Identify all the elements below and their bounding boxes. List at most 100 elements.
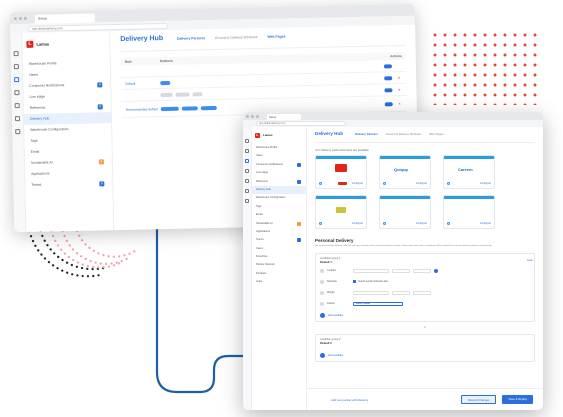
sidebar-item-label: Email [30,149,40,154]
rule-toggle[interactable] [384,76,393,81]
partner-select[interactable]: Select Partner [353,301,403,306]
section-title: Personal Delivery [315,238,354,243]
condition-group-name: Default 2 [320,341,332,345]
sidebar-item[interactable]: Consumer Notifications [252,161,306,169]
save-deploy-button[interactable]: Save & Deploy [502,395,533,404]
partner-logo: Quiqup [394,167,408,172]
tab-delivery-windows[interactable]: Ground & Delivery Windows [215,35,257,40]
sidebar-item[interactable]: Teams [252,236,306,244]
settings-icon[interactable] [15,129,21,135]
sidebar-item-label: Email [256,213,263,217]
count-badge: 8 [98,159,104,165]
users-icon[interactable] [245,179,249,183]
delete-icon[interactable]: × [398,101,400,106]
sidebar-item-delivery-hub[interactable]: Delivery Hub [252,185,306,195]
partner-card[interactable]: Configure [443,195,495,229]
sidebar-item[interactable]: Products [252,270,306,278]
partner-card[interactable]: Quiqup Configure [379,155,431,189]
sidebar-item[interactable]: Email [252,211,306,219]
rule-toggle[interactable] [384,102,393,107]
add-condition-button[interactable]: Add condition [320,353,530,358]
sidebar-item[interactable]: Tags [252,203,306,211]
condition-row-location: Location [320,266,530,275]
location-value[interactable] [413,268,431,273]
discard-changes-button[interactable]: Discard Changes [461,395,497,404]
delivery-icon[interactable] [14,77,20,83]
partner-card[interactable]: Configure [315,195,367,229]
add-icon[interactable] [434,268,438,273]
sidebar-item[interactable]: Partner Network [252,261,306,269]
partner-card[interactable]: Careem Configure [443,155,495,189]
select-radio[interactable] [383,222,386,225]
card-accent [316,196,366,199]
sidebar-item[interactable]: Warehouse Configuration [252,194,306,202]
home-icon[interactable] [245,139,249,143]
chart-icon[interactable] [245,169,249,173]
tab-web-pages[interactable]: Web Pages [267,34,285,38]
partner-logo: Careem [458,167,473,172]
window-dot[interactable] [256,114,259,118]
browser-tab[interactable]: Setup [267,114,301,120]
sidebar-item[interactable]: Reference [252,178,306,186]
box-icon[interactable] [14,116,21,122]
add-condition-button[interactable]: Add condition [320,313,530,318]
users-icon[interactable] [14,103,20,109]
sidebar-item[interactable]: Links [252,278,306,286]
configure-link[interactable]: Configure [352,182,363,185]
rule-toggle[interactable] [384,88,393,93]
location-value[interactable] [392,268,410,273]
window-dot[interactable] [18,16,22,20]
select-radio[interactable] [447,182,450,185]
weight-max[interactable] [413,290,431,295]
browser-tab[interactable]: Setup [34,13,95,24]
window-dot[interactable] [13,16,17,20]
add-condition-label: Add condition [328,314,344,317]
configure-link[interactable]: Configure [416,222,427,225]
window-dot[interactable] [23,16,27,20]
footer-bar: Add new partner with Delivery Discard Ch… [307,388,543,410]
settings-icon[interactable] [245,199,249,203]
sidebar-item[interactable]: Line stage [252,169,306,177]
weight-min[interactable] [392,290,410,295]
select-radio[interactable] [319,182,322,185]
location-select[interactable] [353,268,389,273]
learn-more-link[interactable]: Learn [527,259,533,262]
select-radio[interactable] [383,182,386,185]
configure-link[interactable]: Configure [416,182,427,185]
configure-link[interactable]: Configure [480,222,491,225]
select-radio[interactable] [447,222,450,225]
delivery-icon[interactable] [245,159,249,163]
tab-web-pages[interactable]: Web Pages [429,132,443,136]
partner-card[interactable]: Configure [315,155,367,189]
delete-icon[interactable]: × [398,75,400,80]
sidebar-item[interactable]: Teams 8 [25,178,112,191]
rule-toggle[interactable] [383,64,392,69]
sidebar-item[interactable]: Warehouse Profile [252,144,306,152]
tab-delivery-partners[interactable]: Delivery Partners [177,36,205,41]
sidebar-item[interactable]: Franchise [252,253,306,261]
partner-connect-button[interactable] [338,182,347,185]
schedule-checkbox[interactable] [353,280,356,283]
home-icon[interactable] [13,51,19,57]
delete-icon[interactable]: × [398,87,400,92]
sidebar-item[interactable]: Sustainable AI [252,220,306,228]
schedule-text: Search results Schedule date [358,280,389,283]
window-dot[interactable] [251,114,254,118]
sidebar-item[interactable]: Users [252,152,306,160]
sidebar-item[interactable]: Users [252,245,306,253]
inbox-icon[interactable] [245,149,249,153]
add-partner-link[interactable]: Add new partner with Delivery [331,398,368,402]
tab-delivery-partners[interactable]: Delivery Partners [355,132,378,136]
sidebar-item[interactable]: Applications [252,228,306,236]
partner-card[interactable]: Configure [379,195,431,229]
weight-select[interactable] [353,290,389,295]
chart-icon[interactable] [14,90,20,96]
inbox-icon[interactable] [13,64,19,70]
tab-delivery-windows[interactable]: Ground & Delivery Windows [386,132,421,136]
configure-link[interactable]: Configure [480,182,491,185]
window-dot[interactable] [246,114,249,118]
url-field[interactable]: app.dokandelivery.com [256,121,346,126]
box-icon[interactable] [245,189,249,193]
configure-link[interactable]: Configure [352,222,363,225]
select-radio[interactable] [319,222,322,225]
